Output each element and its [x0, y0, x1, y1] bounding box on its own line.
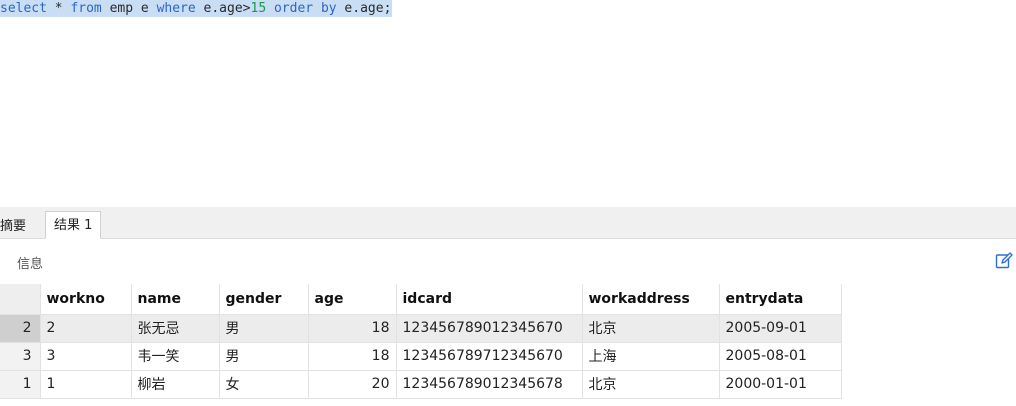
cell-workno[interactable]: 3 — [40, 342, 132, 371]
edit-pencil-icon[interactable] — [995, 252, 1013, 270]
cell-name[interactable]: 韦一笑 — [131, 342, 220, 371]
cell-gender[interactable]: 男 — [219, 314, 309, 343]
cell-idcard[interactable]: 123456789012345678 — [396, 370, 583, 399]
tab-result-1[interactable]: 结果 1 — [45, 211, 102, 239]
sql-token-plain: e.age> — [195, 1, 251, 16]
cell-idcard[interactable]: 123456789012345670 — [396, 314, 583, 343]
sql-token-plain: * — [46, 1, 71, 16]
cell-workno[interactable]: 2 — [40, 314, 132, 343]
results-grid: workno name gender age idcard workaddres… — [0, 284, 842, 399]
cell-age[interactable]: 18 — [308, 342, 397, 371]
cell-age[interactable]: 18 — [308, 314, 397, 343]
table-row[interactable]: 3 3 韦一笑 男 18 123456789712345670 上海 2005-… — [0, 342, 842, 371]
cell-entrydata[interactable]: 2005-08-01 — [719, 342, 842, 371]
sql-token-kw: where — [156, 1, 196, 16]
cell-entrydata[interactable]: 2005-09-01 — [719, 314, 842, 343]
grid-corner[interactable] — [0, 284, 41, 315]
cell-gender[interactable]: 女 — [219, 370, 309, 399]
info-button[interactable]: 信息 — [17, 253, 43, 272]
sql-token-plain: e.age; — [336, 1, 392, 16]
column-header-workaddress[interactable]: workaddress — [582, 284, 720, 315]
cell-workaddress[interactable]: 北京 — [582, 314, 720, 343]
column-header-name[interactable]: name — [131, 284, 220, 315]
grid-header-row: workno name gender age idcard workaddres… — [0, 284, 842, 315]
table-row[interactable]: 1 1 柳岩 女 20 123456789012345678 北京 2000-0… — [0, 370, 842, 399]
tab-summary[interactable]: 摘要 — [0, 213, 34, 240]
column-header-entrydata[interactable]: entrydata — [719, 284, 842, 315]
cell-age[interactable]: 20 — [308, 370, 397, 399]
row-number[interactable]: 2 — [0, 314, 41, 343]
column-header-age[interactable]: age — [308, 284, 397, 315]
cell-name[interactable]: 张无忌 — [131, 314, 220, 343]
row-number[interactable]: 1 — [0, 370, 41, 399]
column-header-workno[interactable]: workno — [40, 284, 132, 315]
result-tab-bar: 摘要 结果 1 — [0, 207, 1016, 239]
cell-workno[interactable]: 1 — [40, 370, 132, 399]
sql-token-kw: order by — [273, 1, 337, 16]
cell-name[interactable]: 柳岩 — [131, 370, 220, 399]
row-number[interactable]: 3 — [0, 342, 41, 371]
cell-idcard[interactable]: 123456789712345670 — [396, 342, 583, 371]
column-header-idcard[interactable]: idcard — [396, 284, 583, 315]
sql-token-kw: from — [70, 1, 102, 16]
sql-query-line[interactable]: select * from emp e where e.age>15 order… — [0, 0, 393, 17]
table-row[interactable]: 2 2 张无忌 男 18 123456789012345670 北京 2005-… — [0, 314, 842, 343]
cell-gender[interactable]: 男 — [219, 342, 309, 371]
sql-token-kw: select — [0, 1, 47, 16]
sql-editor[interactable]: select * from emp e where e.age>15 order… — [0, 0, 1016, 207]
sql-token-num: 15 — [250, 1, 267, 16]
cell-workaddress[interactable]: 上海 — [582, 342, 720, 371]
cell-entrydata[interactable]: 2000-01-01 — [719, 370, 842, 399]
sql-token-plain — [266, 1, 274, 16]
cell-workaddress[interactable]: 北京 — [582, 370, 720, 399]
column-header-gender[interactable]: gender — [219, 284, 309, 315]
sql-token-plain: emp e — [101, 1, 157, 16]
result-toolbar: 信息 — [0, 239, 1016, 284]
